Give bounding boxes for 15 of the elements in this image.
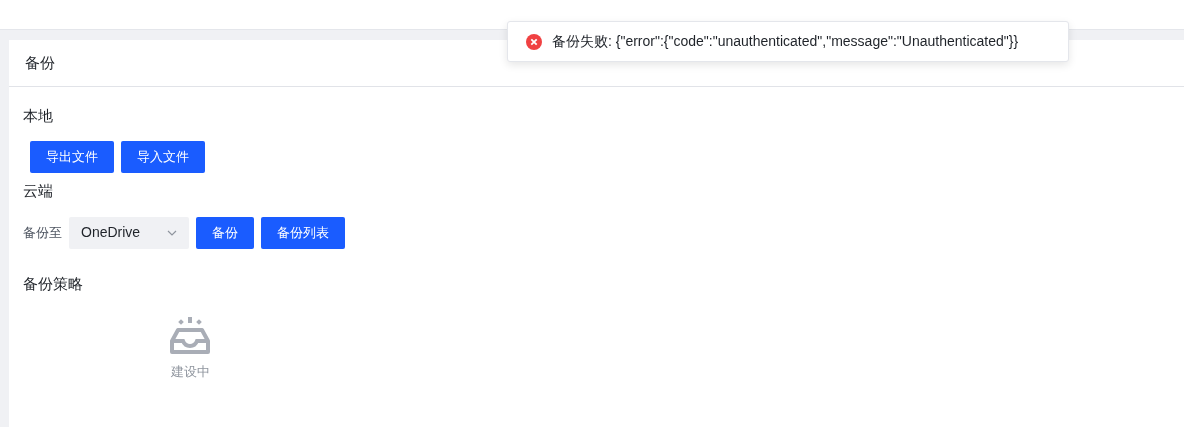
chevron-down-icon (167, 229, 177, 236)
empty-state-text: 建设中 (170, 363, 210, 381)
storage-select[interactable]: OneDrive (69, 216, 189, 249)
section-title: 备份策略 (23, 273, 84, 294)
action-button[interactable]: 备份 (196, 216, 254, 249)
section-title: 本地 (23, 105, 54, 126)
action-button[interactable]: 导入文件 (121, 141, 205, 173)
action-button[interactable]: 备份列表 (261, 216, 345, 249)
toast-message: 备份失败: {"error":{"code":"unauthenticated","message":"Unauthenticated"}} (552, 32, 1019, 51)
error-icon (526, 33, 542, 50)
section-title: 云端 (23, 181, 54, 201)
card-title: 备份 (25, 52, 55, 73)
action-button[interactable]: 导出文件 (30, 141, 114, 173)
empty-inbox-icon (169, 317, 211, 355)
field-label: 备份至 (23, 223, 62, 242)
